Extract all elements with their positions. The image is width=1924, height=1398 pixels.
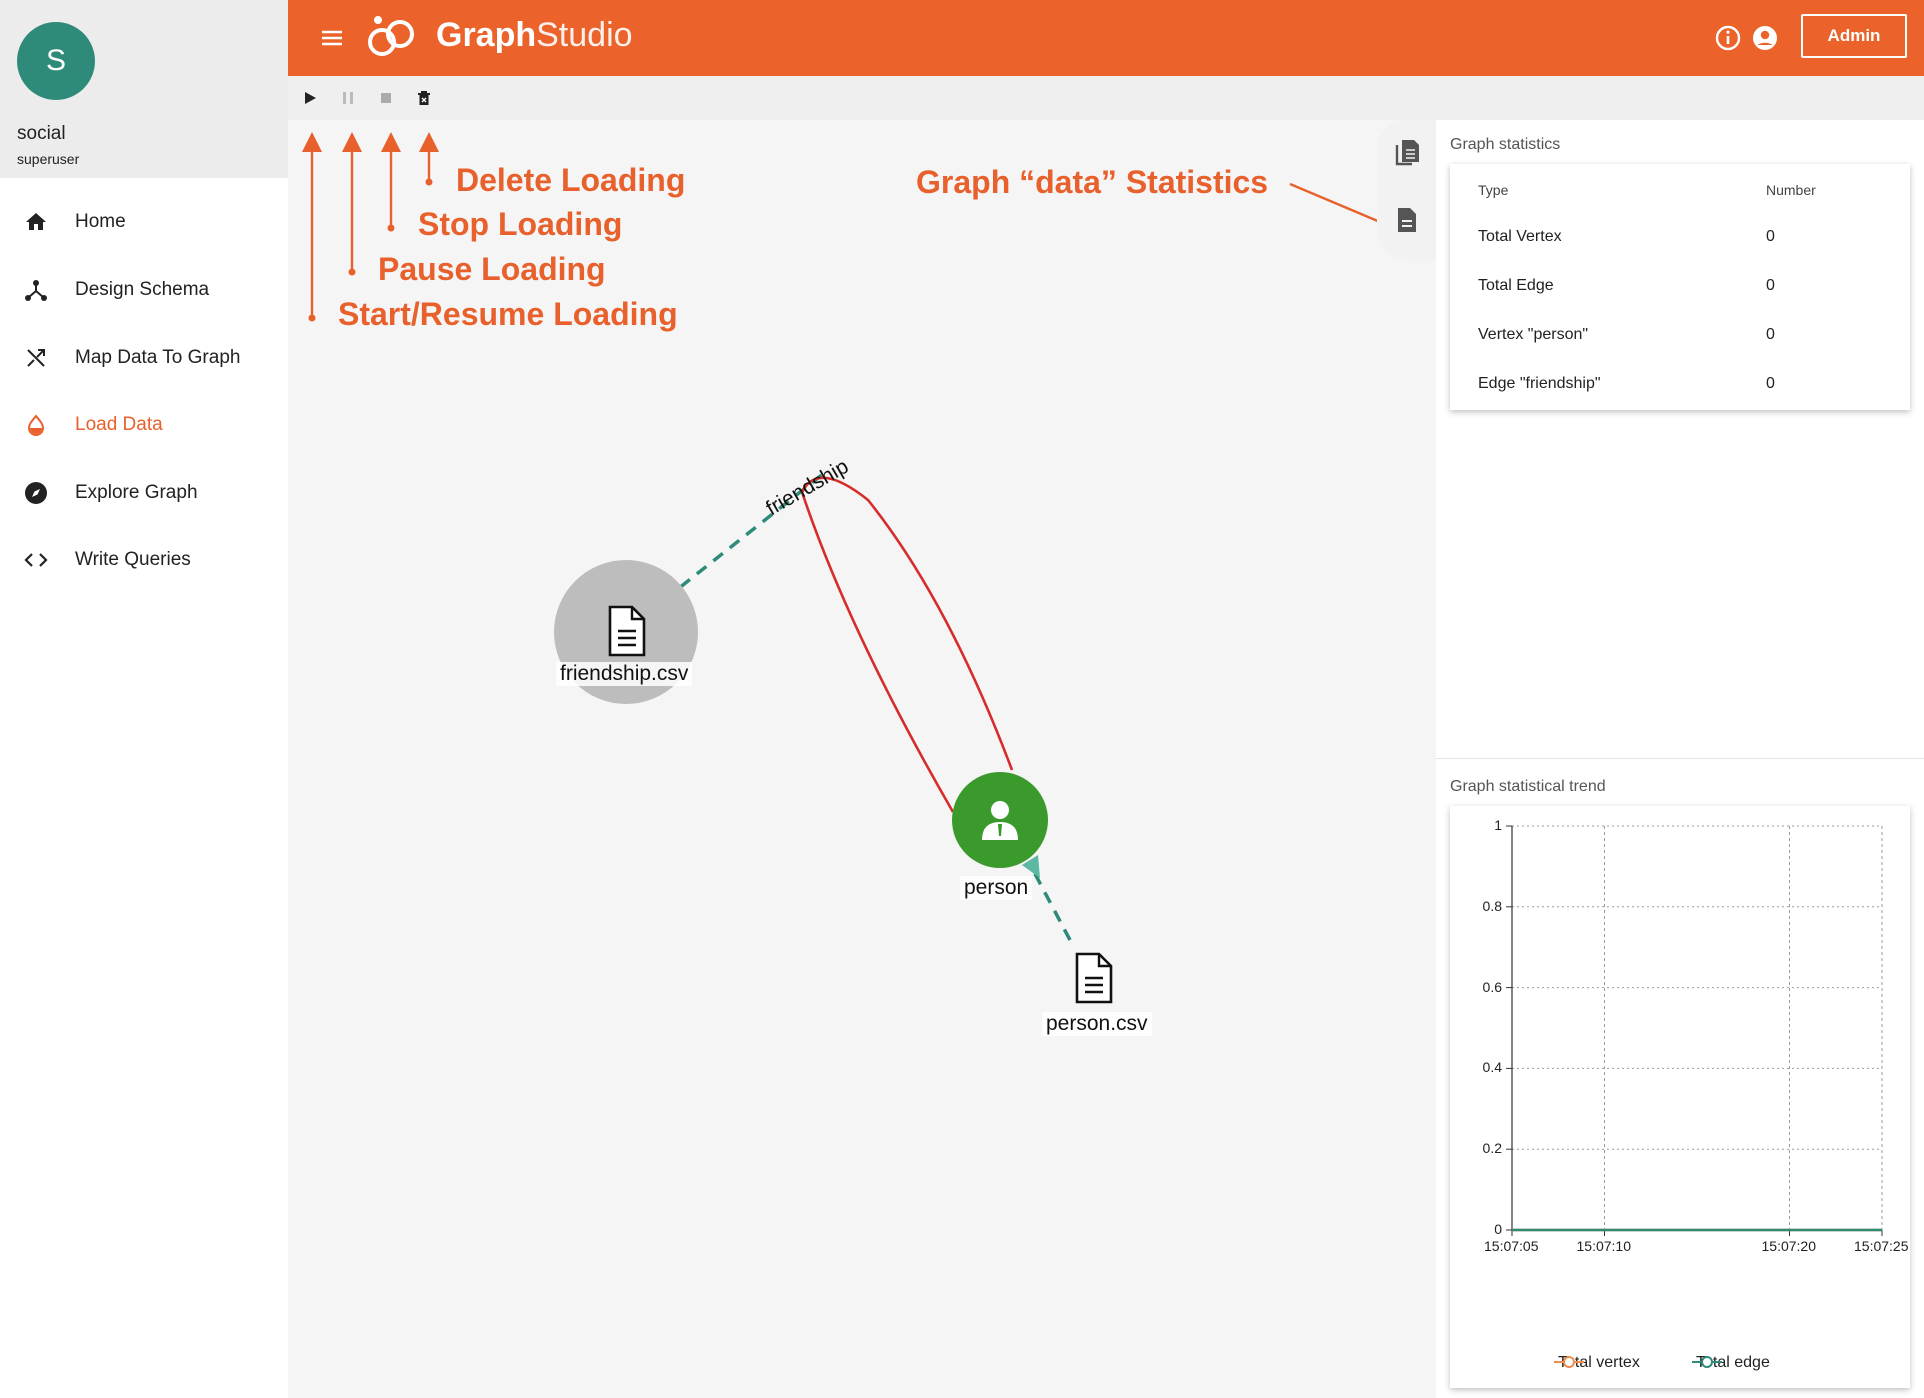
y-tick-label: 0.8 <box>1482 897 1502 914</box>
stats-number: 0 <box>1766 375 1775 392</box>
home-icon <box>24 210 48 234</box>
nav-item-home[interactable]: Home <box>0 194 288 250</box>
sidebar: S social superuser Home Design Schema Ma… <box>0 0 288 1398</box>
trend-chart-svg <box>1506 825 1883 1236</box>
divider <box>1436 758 1924 759</box>
stats-number: 0 <box>1766 277 1775 294</box>
stats-number: 0 <box>1766 228 1775 245</box>
x-tick-label: 15:07:20 <box>1761 1238 1817 1254</box>
vertex-label: person <box>960 876 1033 900</box>
nav-item-design-schema[interactable]: Design Schema <box>0 262 288 318</box>
nav-label: Explore Graph <box>75 482 198 503</box>
map-icon <box>24 346 48 370</box>
annotation-delete: Delete Loading <box>456 162 686 198</box>
legend-total-edge[interactable]: Total edge <box>1692 1354 1770 1372</box>
stats-type: Vertex "person" <box>1478 326 1589 343</box>
stats-type: Edge "friendship" <box>1478 375 1601 392</box>
admin-button[interactable]: Admin <box>1801 14 1907 58</box>
nav-label: Map Data To Graph <box>75 347 241 368</box>
annotation-stop: Stop Loading <box>418 206 623 242</box>
graph-canvas[interactable]: Delete Loading Stop Loading Pause Loadin… <box>288 120 1436 1398</box>
app-header: GraphStudio Admin <box>288 0 1924 76</box>
col-type: Type <box>1478 182 1509 198</box>
stats-type: Total Vertex <box>1478 228 1562 245</box>
code-icon <box>24 548 48 572</box>
edge-person-file <box>1031 869 1072 941</box>
stats-number: 0 <box>1766 326 1775 343</box>
user-box: S social superuser <box>0 0 288 178</box>
nav-item-write-queries[interactable]: Write Queries <box>0 532 288 588</box>
graph-name: social <box>17 123 66 144</box>
avatar[interactable]: S <box>17 22 95 100</box>
y-tick-label: 0.2 <box>1482 1140 1502 1157</box>
account-icon[interactable] <box>1751 24 1779 52</box>
y-tick-label: 0.6 <box>1482 978 1502 995</box>
file-node-label: friendship.csv <box>556 662 693 686</box>
x-tick-label: 15:07:10 <box>1576 1238 1632 1254</box>
menu-icon[interactable] <box>318 24 346 52</box>
side-tabs <box>1377 120 1437 260</box>
col-number: Number <box>1766 182 1816 198</box>
pause-icon[interactable] <box>336 86 360 110</box>
info-icon[interactable] <box>1714 24 1742 52</box>
loading-toolbar <box>288 76 1924 120</box>
user-role: superuser <box>17 151 80 167</box>
nav-label: Design Schema <box>75 279 210 300</box>
file-icon <box>608 605 646 657</box>
stats-table: Type Number Total Vertex 0 Total Edge 0 … <box>1450 164 1910 410</box>
nav-item-load-data[interactable]: Load Data <box>0 397 288 453</box>
logo-light: Studio <box>536 16 633 54</box>
nav-item-explore-graph[interactable]: Explore Graph <box>0 465 288 521</box>
compass-icon <box>24 481 48 505</box>
copy-icon[interactable] <box>1391 136 1423 168</box>
trend-title: Graph statistical trend <box>1450 778 1606 795</box>
trend-chart: 0 0.2 0.4 0.6 0.8 1 15:07:05 15:07:10 15:07:20 15… <box>1450 806 1910 1388</box>
stats-type: Total Edge <box>1478 277 1554 294</box>
edge-friendship-red <box>800 476 1014 813</box>
stop-icon[interactable] <box>374 86 398 110</box>
nav-label: Home <box>75 211 126 232</box>
schema-icon <box>24 278 48 302</box>
file-node-label: person.csv <box>1042 1012 1152 1036</box>
vertex-node-person <box>952 772 1048 868</box>
y-tick-label: 1 <box>1494 817 1502 833</box>
y-tick-label: 0 <box>1494 1221 1502 1237</box>
play-icon[interactable] <box>298 86 322 110</box>
annotation-start: Start/Resume Loading <box>338 296 678 332</box>
logo-bold: Graph <box>436 16 537 54</box>
stats-title: Graph statistics <box>1450 136 1561 153</box>
right-panel: Graph statistics Type Number Total Verte… <box>1436 120 1924 1398</box>
y-tick-label: 0.4 <box>1482 1059 1502 1076</box>
app-logo: GraphStudio <box>436 16 633 55</box>
nav-item-map-data[interactable]: Map Data To Graph <box>0 330 288 386</box>
delete-icon[interactable] <box>412 86 436 110</box>
legend-total-vertex[interactable]: Total vertex <box>1554 1354 1640 1372</box>
annotation-pause: Pause Loading <box>378 251 606 287</box>
annotation-stats: Graph “data” Statistics <box>916 164 1269 200</box>
document-icon[interactable] <box>1391 204 1423 236</box>
logo-icon <box>362 12 422 62</box>
nav-label: Load Data <box>75 414 163 435</box>
nav-label: Write Queries <box>75 549 191 570</box>
file-icon <box>1075 952 1113 1004</box>
load-data-icon <box>24 413 48 437</box>
x-tick-label: 15:07:05 <box>1484 1238 1539 1254</box>
x-tick-label: 15:07:25 <box>1854 1238 1909 1254</box>
